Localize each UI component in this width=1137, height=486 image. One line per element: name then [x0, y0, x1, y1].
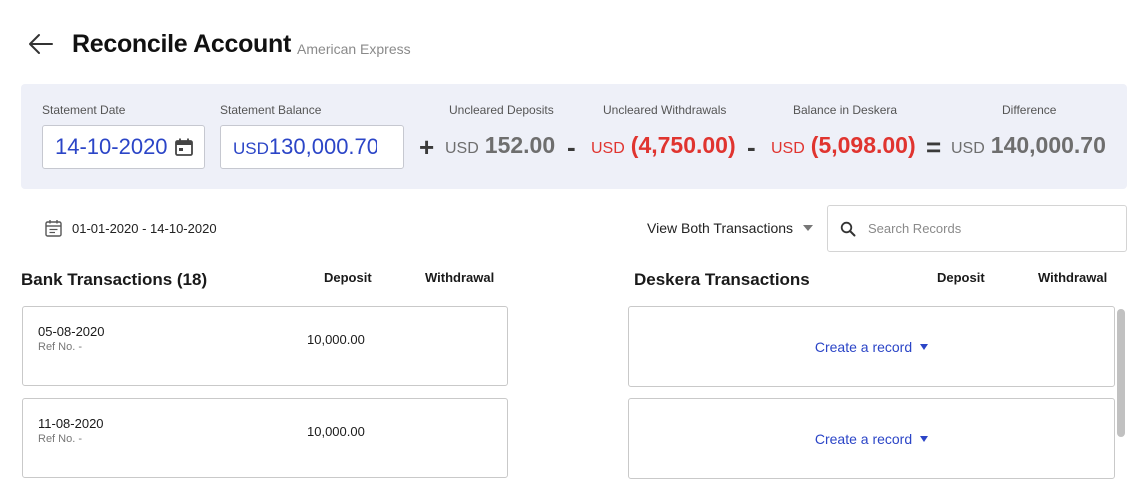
arrow-left-icon: [29, 34, 53, 54]
calendar-range-icon: [45, 220, 62, 237]
calendar-icon[interactable]: [174, 137, 194, 157]
statement-balance-label: Statement Balance: [220, 103, 322, 117]
view-transactions-select[interactable]: View Both Transactions: [647, 220, 814, 236]
deskera-transaction-card: Create a record: [628, 306, 1115, 387]
minus-operator-2: -: [747, 132, 756, 162]
difference-amount: USD 140,000.70: [951, 132, 1106, 159]
page-title: Reconcile Account: [72, 29, 292, 58]
statement-balance-input[interactable]: USD 130,000.70: [220, 125, 404, 169]
balance-in-deskera-label: Balance in Deskera: [793, 103, 898, 117]
difference-currency: USD: [951, 140, 985, 157]
uncleared-deposits-currency: USD: [445, 140, 479, 157]
scrollbar-thumb[interactable]: [1117, 309, 1125, 437]
date-range-text: 01-01-2020 - 14-10-2020: [72, 220, 217, 236]
uncleared-deposits-label: Uncleared Deposits: [449, 103, 554, 117]
bank-transaction-card[interactable]: 05-08-2020 Ref No. - 10,000.00: [22, 306, 508, 386]
bank-transaction-ref: Ref No. -: [38, 341, 83, 353]
caret-down-icon: [803, 225, 814, 231]
create-record-dropdown[interactable]: Create a record: [814, 338, 929, 355]
uncleared-withdrawals-label: Uncleared Withdrawals: [603, 103, 727, 117]
difference-value: 140,000.70: [990, 132, 1106, 158]
page-subtitle: American Express: [297, 40, 411, 57]
deskera-transaction-card: Create a record: [628, 398, 1115, 479]
bank-transaction-card[interactable]: 11-08-2020 Ref No. - 10,000.00: [22, 398, 508, 478]
deskera-transactions-title: Deskera Transactions: [634, 270, 810, 289]
date-range[interactable]: 01-01-2020 - 14-10-2020: [45, 219, 217, 237]
create-record-label: Create a record: [814, 338, 913, 355]
bank-transaction-date: 05-08-2020: [38, 324, 105, 339]
minus-operator-1: -: [567, 132, 576, 162]
balance-in-deskera-currency: USD: [771, 140, 805, 157]
caret-down-icon: [920, 435, 929, 442]
bank-transaction-ref: Ref No. -: [38, 433, 83, 445]
bank-withdrawal-header: Withdrawal: [425, 270, 495, 285]
caret-down-icon: [920, 343, 929, 350]
statement-date-value: 14-10-2020: [55, 134, 168, 159]
search-input[interactable]: [868, 221, 1108, 236]
deskera-withdrawal-header: Withdrawal: [1038, 270, 1108, 285]
uncleared-deposits-value: 152.00: [484, 132, 556, 158]
balance-in-deskera-amount: USD (5,098.00): [771, 132, 916, 159]
bank-transactions-title: Bank Transactions (18): [21, 270, 208, 289]
search-icon: [840, 221, 856, 236]
plus-operator: +: [419, 132, 435, 162]
create-record-dropdown[interactable]: Create a record: [814, 430, 929, 447]
search-box[interactable]: [827, 205, 1127, 252]
uncleared-withdrawals-value: (4,750.00): [630, 132, 736, 158]
page-header: Reconcile Account American Express: [26, 28, 411, 60]
equals-operator: =: [926, 132, 942, 162]
create-record-label: Create a record: [814, 430, 913, 447]
difference-label: Difference: [1002, 103, 1057, 117]
bank-transaction-deposit: 10,000.00: [307, 332, 365, 347]
statement-date-label: Statement Date: [42, 103, 126, 117]
deskera-deposit-header: Deposit: [937, 270, 985, 285]
uncleared-withdrawals-amount: USD (4,750.00): [591, 132, 736, 159]
bank-deposit-header: Deposit: [324, 270, 372, 285]
uncleared-deposits-amount: USD 152.00: [445, 132, 555, 159]
statement-date-input[interactable]: 14-10-2020: [42, 125, 205, 169]
statement-balance-value: 130,000.70: [268, 134, 377, 159]
bank-transaction-date: 11-08-2020: [38, 416, 104, 431]
uncleared-withdrawals-currency: USD: [591, 140, 625, 157]
statement-balance-currency: USD: [233, 138, 269, 158]
reconcile-summary-panel: Statement Date Statement Balance Unclear…: [21, 84, 1127, 189]
bank-transaction-deposit: 10,000.00: [307, 424, 365, 439]
back-button[interactable]: [26, 29, 56, 59]
view-transactions-label: View Both Transactions: [647, 220, 794, 236]
balance-in-deskera-value: (5,098.00): [810, 132, 916, 158]
